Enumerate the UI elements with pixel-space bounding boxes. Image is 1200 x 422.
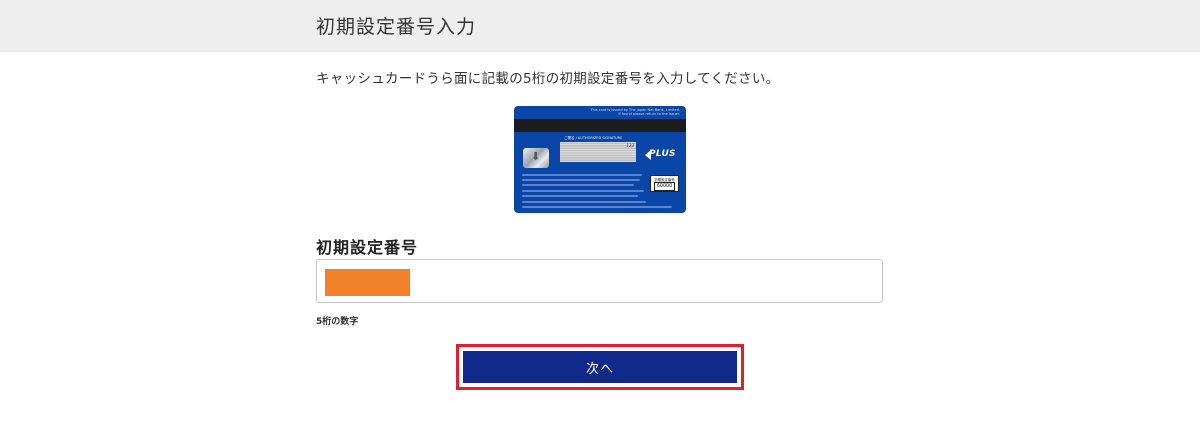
card-fine-print (522, 195, 638, 197)
arrow-down-icon: ⬇ (531, 150, 541, 163)
card-fine-print (522, 174, 642, 176)
signature-panel: 123 (560, 142, 636, 162)
page-header: 初期設定番号入力 (0, 0, 1200, 52)
hologram-icon: ⬇ (523, 148, 549, 168)
plus-logo: PLUS (649, 149, 676, 159)
card-fine-print (522, 201, 646, 203)
redaction-overlay (325, 269, 410, 296)
helper-text: 5桁の数字 (316, 317, 359, 327)
card-issuer-text: This card is issued by The Japan Net Ban… (590, 108, 680, 116)
page-title: 初期設定番号入力 (316, 16, 477, 38)
magnetic-stripe (514, 119, 686, 132)
initial-code-input[interactable] (316, 259, 883, 303)
signature-caption: ご署名 / AUTHORIZED SIGNATURE (564, 136, 623, 140)
card-code-value: 60000 (654, 182, 675, 191)
card-fine-print (522, 184, 634, 186)
next-button-highlight: 次へ (456, 344, 744, 390)
code-field-label: 初期設定番号 (316, 238, 419, 257)
instruction-text: キャッシュカードうら面に記載の5桁の初期設定番号を入力してください。 (316, 71, 780, 87)
card-fine-print (522, 179, 640, 181)
cash-card-back-image: This card is issued by The Japan Net Ban… (514, 106, 686, 213)
signature-digits: 123 (626, 143, 634, 148)
card-fine-print (522, 206, 672, 208)
card-code-box: 初期設定番号 60000 (650, 175, 679, 192)
next-button[interactable]: 次へ (463, 351, 737, 383)
card-fine-print (522, 190, 644, 192)
